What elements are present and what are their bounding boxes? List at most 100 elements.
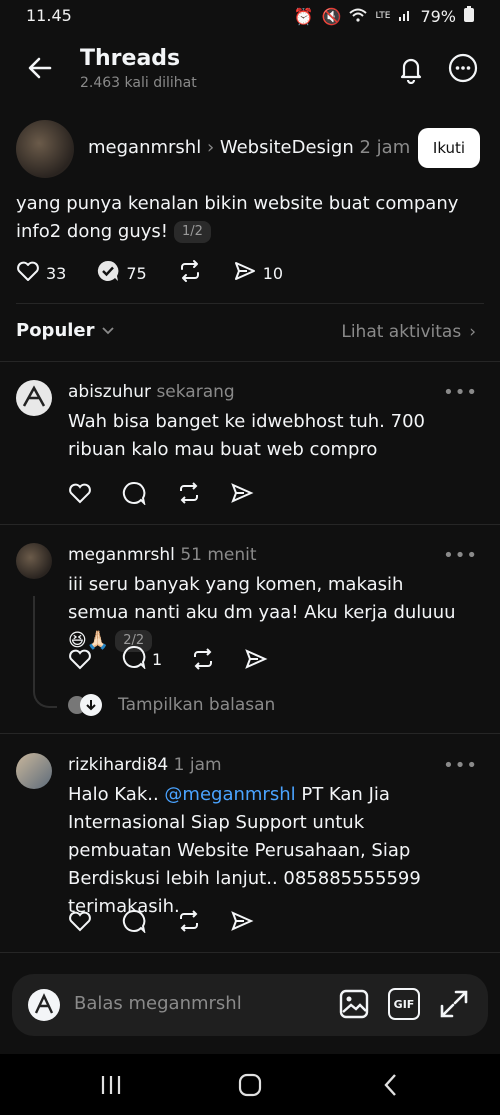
status-bar: 11.45 ⏰ 🔇 LTE 79%	[0, 0, 500, 34]
send-icon	[233, 260, 257, 286]
reply-time: 51 menit	[180, 545, 257, 565]
status-time: 11.45	[26, 6, 72, 25]
share-count: 10	[262, 263, 284, 283]
repost-icon[interactable]	[176, 480, 202, 506]
reply-author[interactable]: rizkihardi84	[68, 755, 168, 775]
own-avatar	[28, 989, 60, 1021]
reply-avatar[interactable]	[16, 543, 52, 579]
reply-time: sekarang	[156, 382, 235, 402]
status-icons: ⏰ 🔇 LTE 79%	[294, 6, 474, 26]
comment-icon[interactable]	[122, 480, 148, 506]
verified-comment-icon	[96, 259, 120, 287]
like-count: 33	[46, 263, 67, 283]
send-icon[interactable]	[230, 908, 256, 934]
show-replies-label: Tampilkan balasan	[118, 695, 276, 715]
sort-label: Populer	[16, 320, 95, 341]
view-count: 2.463 kali dilihat	[80, 75, 197, 91]
reply-body: iii seru banyak yang komen, makasih semu…	[68, 571, 468, 655]
reply-more-icon[interactable]: •••	[443, 382, 478, 403]
reply-time: 1 jam	[173, 755, 222, 775]
battery-percent: 79%	[420, 6, 456, 26]
comment-count: 75	[126, 263, 147, 283]
follow-button[interactable]: Ikuti	[418, 128, 480, 168]
reply-avatar[interactable]	[16, 380, 52, 416]
reply-author[interactable]: meganmrshl	[68, 545, 175, 565]
comment-count: 1	[152, 649, 163, 669]
home-icon[interactable]	[236, 1072, 266, 1098]
reply-more-icon[interactable]: •••	[443, 755, 478, 776]
divider	[0, 361, 500, 362]
repost-icon[interactable]	[176, 908, 202, 934]
more-options-icon[interactable]	[448, 53, 478, 83]
like-icon[interactable]	[68, 480, 94, 506]
image-icon[interactable]	[338, 988, 370, 1024]
reply-actions: 1	[68, 645, 298, 673]
divider	[16, 303, 484, 304]
post-text: yang punya kenalan bikin website buat co…	[16, 193, 459, 242]
share-stat[interactable]: 10	[233, 260, 283, 286]
reply-text: Wah bisa banget ke idwebhost tuh. 700 ri…	[68, 411, 425, 460]
back-arrow-icon[interactable]	[26, 54, 54, 82]
post-part-badge: 1/2	[174, 221, 211, 243]
divider	[0, 952, 500, 953]
reply-header: meganmrshl 51 menit	[68, 545, 257, 565]
reply-body: Halo Kak.. @meganmrshl PT Kan Jia Intern…	[68, 781, 468, 921]
like-icon[interactable]	[68, 908, 94, 934]
expand-icon[interactable]	[438, 988, 470, 1024]
show-replies-link[interactable]: Tampilkan balasan	[68, 694, 275, 716]
reply-tools: GIF	[338, 988, 470, 1024]
post-author-avatar[interactable]	[16, 120, 74, 178]
send-icon[interactable]	[230, 480, 256, 506]
wifi-icon	[349, 7, 368, 26]
alarm-icon: ⏰	[293, 6, 314, 26]
sort-dropdown[interactable]: Populer	[16, 320, 115, 341]
gif-icon[interactable]: GIF	[388, 988, 420, 1020]
page-title: Threads	[80, 46, 181, 71]
heart-icon	[16, 260, 40, 286]
repost-icon[interactable]	[190, 646, 216, 672]
comment-stat[interactable]: 75	[96, 259, 147, 287]
comment-button[interactable]: 1	[122, 645, 163, 673]
post-time: 2 jam	[359, 137, 411, 158]
mute-icon: 🔇	[321, 6, 342, 26]
mention-link[interactable]: @meganmrshl	[164, 784, 295, 805]
battery-icon	[464, 6, 474, 26]
repost-icon	[177, 259, 203, 287]
bell-icon[interactable]	[396, 54, 426, 85]
chevron-right-icon: ›	[206, 137, 220, 158]
divider	[0, 524, 500, 525]
reply-header: rizkihardi84 1 jam	[68, 755, 222, 775]
post-author-line: meganmrshl › WebsiteDesign 2 jam	[88, 137, 410, 158]
post-author-name[interactable]: meganmrshl	[88, 137, 201, 158]
network-label: LTE	[375, 11, 391, 21]
like-stat[interactable]: 33	[16, 260, 66, 286]
reply-avatar[interactable]	[16, 753, 52, 789]
reply-actions	[68, 480, 284, 506]
comment-icon	[122, 645, 146, 673]
reply-author[interactable]: abiszuhur	[68, 382, 151, 402]
reply-text-prefix: Halo Kak..	[68, 784, 165, 805]
system-nav-bar	[0, 1054, 500, 1115]
reply-composer[interactable]: Balas meganmrshl GIF	[12, 974, 488, 1036]
chevron-right-icon: ›	[469, 322, 476, 342]
post-stats: 33 75 10	[16, 260, 313, 286]
repost-stat[interactable]	[177, 259, 203, 287]
post-body: yang punya kenalan bikin website buat co…	[16, 190, 476, 246]
back-nav-icon[interactable]	[378, 1072, 408, 1098]
thread-connector	[33, 596, 57, 708]
chevron-down-icon	[101, 320, 115, 341]
reply-actions	[68, 908, 284, 934]
divider	[0, 733, 500, 734]
reply-input[interactable]: Balas meganmrshl	[74, 993, 242, 1014]
like-icon[interactable]	[68, 646, 94, 672]
signal-icon	[398, 7, 412, 26]
view-activity-link[interactable]: Lihat aktivitas ›	[341, 322, 476, 342]
post-community[interactable]: WebsiteDesign	[220, 137, 354, 158]
activity-label: Lihat aktivitas	[341, 322, 462, 342]
reply-header: abiszuhur sekarang	[68, 382, 235, 402]
reply-more-icon[interactable]: •••	[443, 545, 478, 566]
send-icon[interactable]	[244, 646, 270, 672]
comment-icon[interactable]	[122, 908, 148, 934]
recent-apps-icon[interactable]	[98, 1072, 128, 1098]
arrow-down-icon	[80, 694, 102, 716]
